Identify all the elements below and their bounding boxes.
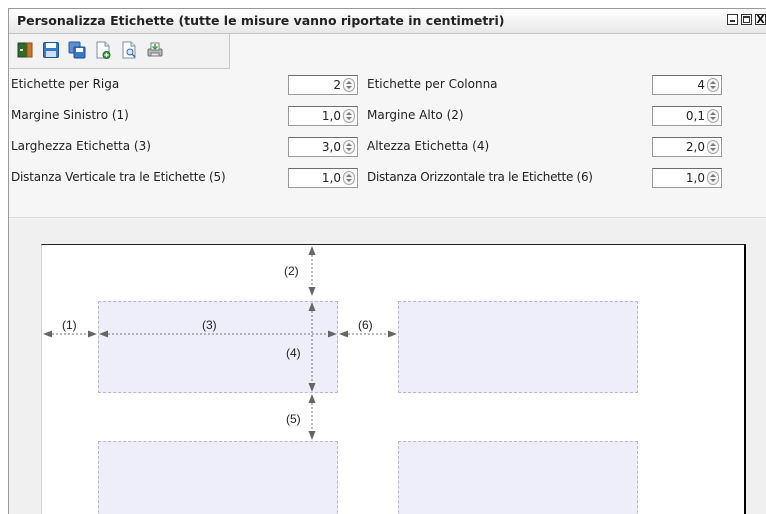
label-altezza-etichetta: Altezza Etichetta (4) [367, 139, 490, 153]
maximize-button[interactable] [741, 14, 752, 25]
layout-preview-area: (2) (1) (3) (4) (6) (5) [9, 219, 766, 514]
save-as-icon[interactable] [67, 40, 87, 60]
new-document-icon[interactable] [93, 40, 113, 60]
spinner-arrows-icon[interactable] [343, 109, 355, 123]
label-margine-sinistro: Margine Sinistro (1) [11, 108, 129, 122]
label-etichette-per-riga: Etichette per Riga [11, 77, 120, 91]
label-margine-alto: Margine Alto (2) [367, 108, 464, 122]
save-icon[interactable] [41, 40, 61, 60]
margine-sinistro-spinner[interactable]: 1,0 [288, 106, 358, 126]
spinner-arrows-icon[interactable] [343, 140, 355, 154]
etichette-per-colonna-spinner[interactable]: 4 [652, 75, 722, 95]
spinner-arrows-icon[interactable] [343, 171, 355, 185]
marker-6-text: (6) [358, 318, 373, 332]
marker-1-text: (1) [62, 318, 77, 332]
label-distanza-orizzontale: Distanza Orizzontale tra le Etichette (6… [367, 170, 593, 184]
divider [9, 217, 766, 218]
margine-alto-spinner[interactable]: 0,1 [652, 106, 722, 126]
window-title: Personalizza Etichette (tutte le misure … [17, 13, 505, 28]
larghezza-etichetta-spinner[interactable]: 3,0 [288, 137, 358, 157]
spinner-arrows-icon[interactable] [707, 140, 719, 154]
preview-icon[interactable] [119, 40, 139, 60]
spinner-arrows-icon[interactable] [707, 78, 719, 92]
preview-paper-sheet: (2) (1) (3) (4) (6) (5) [41, 244, 746, 514]
label-larghezza-etichetta: Larghezza Etichetta (3) [11, 139, 151, 153]
minimize-button[interactable] [727, 14, 738, 25]
etichette-per-riga-spinner[interactable]: 2 [288, 75, 358, 95]
marker-4-text: (4) [286, 346, 301, 360]
spinner-arrows-icon[interactable] [707, 171, 719, 185]
settings-form: Etichette per Riga 2 Etichette per Colon… [9, 71, 766, 211]
print-icon[interactable] [145, 40, 165, 60]
altezza-etichetta-spinner[interactable]: 2,0 [652, 137, 722, 157]
marker-3-text: (3) [202, 318, 217, 332]
spinner-arrows-icon[interactable] [343, 78, 355, 92]
distanza-verticale-spinner[interactable]: 1,0 [288, 168, 358, 188]
title-bar[interactable]: Personalizza Etichette (tutte le misure … [9, 9, 766, 34]
spinner-arrows-icon[interactable] [707, 109, 719, 123]
marker-2-text: (2) [284, 264, 299, 278]
dimension-annotations: (2) (1) (3) (4) (6) (5) [43, 246, 397, 440]
exit-icon[interactable] [15, 40, 35, 60]
distanza-orizzontale-spinner[interactable]: 1,0 [652, 168, 722, 188]
label-distanza-verticale: Distanza Verticale tra le Etichette (5) [11, 170, 226, 184]
label-etichette-per-colonna: Etichette per Colonna [367, 77, 498, 91]
close-button[interactable]: X [755, 14, 766, 25]
toolbar [9, 34, 230, 69]
marker-5-text: (5) [286, 412, 301, 426]
label-settings-window: Personalizza Etichette (tutte le misure … [8, 8, 766, 514]
